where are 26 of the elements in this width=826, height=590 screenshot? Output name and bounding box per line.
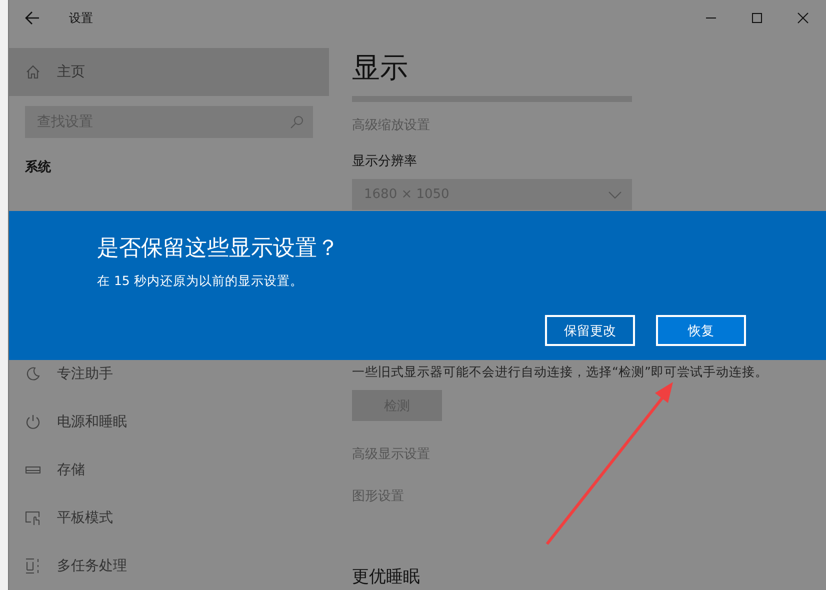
maximize-icon (751, 12, 763, 24)
multitask-icon (25, 558, 41, 574)
dialog-title: 是否保留这些显示设置？ (97, 235, 340, 263)
dialog-message: 在 15 秒内还原为以前的显示设置。 (97, 273, 304, 290)
power-icon (25, 414, 41, 430)
section-heading: 更优睡眠 (352, 566, 420, 588)
home-icon (25, 64, 41, 80)
chevron-icon (608, 190, 622, 198)
search-icon (290, 115, 304, 129)
page-title: 显示 (352, 50, 408, 86)
window-title: 设置 (69, 10, 93, 26)
back-arrow-icon (24, 11, 40, 25)
resolution-label: 显示分辨率 (352, 153, 417, 170)
keep-changes-button[interactable]: 保留更改 (545, 315, 635, 346)
sidebar-item[interactable]: 电源和睡眠 (9, 398, 329, 446)
section-heading: 系统 (25, 158, 52, 177)
close-icon (797, 12, 809, 24)
sidebar-item[interactable]: 存储 (9, 446, 329, 494)
sidebar-item[interactable]: 专注助手 (9, 350, 329, 398)
detect-hint-text: 一些旧式显示器可能不会进行自动连接，选择“检测”即可尝试手动连接。 (352, 364, 768, 381)
moon-icon (25, 366, 41, 382)
sidebar-item[interactable]: 平板模式 (9, 494, 329, 542)
home-nav-item[interactable]: 主页 (9, 48, 329, 96)
tablet-icon (25, 510, 41, 526)
sidebar-item[interactable]: 多任务处理 (9, 542, 329, 590)
revert-button[interactable]: 恢复 (656, 315, 746, 346)
